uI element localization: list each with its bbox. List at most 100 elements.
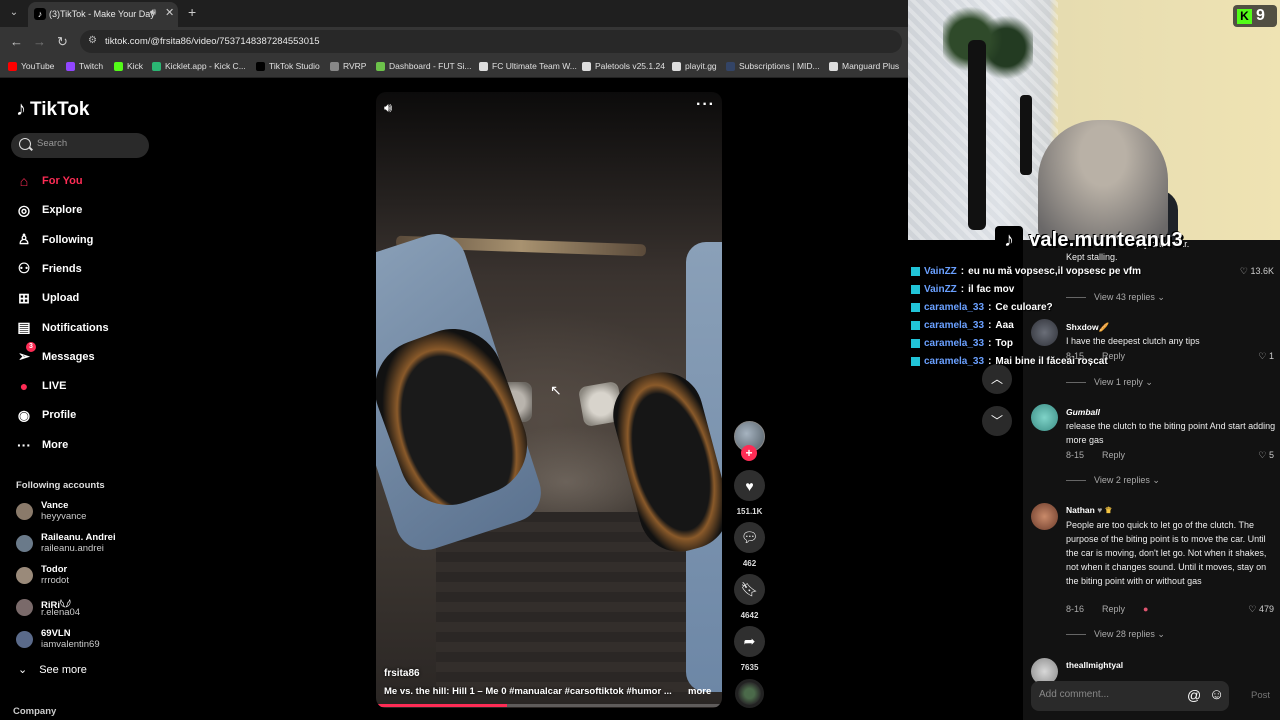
video-author[interactable]: frsita86 [384,668,420,679]
reply-button[interactable]: Reply [1102,604,1125,614]
browser-tab[interactable]: ♪ (3)TikTok - Make Your Day 🔊︎ ✕ [28,2,178,27]
comment-author[interactable]: Gumball [1066,407,1100,417]
bookmark-label: FC Ultimate Team W... [492,61,577,71]
comment-button[interactable]: 💬︎ [734,522,765,553]
new-tab-icon[interactable]: + [188,4,196,20]
comment-input-box[interactable]: @ ☺ [1031,681,1229,711]
compass-icon: ◎ [17,201,31,218]
friends-icon: ⚇ [17,260,31,277]
sidebar-item-upload[interactable]: ⊞ Upload [16,287,151,309]
post-comment-button[interactable]: Post [1251,690,1270,701]
mention-icon[interactable]: @ [1187,687,1201,703]
following-account-item[interactable]: 69VLN iamvalentin69 [16,626,156,654]
sidebar-item-profile[interactable]: ◉ Profile [16,404,151,426]
video-player[interactable]: 🔊︎ ··· ↖ frsita86 Me vs. the hill: Hill … [376,92,722,708]
following-account-item[interactable]: Todor rrrodot [16,562,156,590]
account-handle: iamvalentin69 [41,639,100,650]
bookmark-item[interactable]: YouTube [8,61,54,71]
like-count: 151.1K [736,507,763,516]
comment-author[interactable]: theallmightyal [1066,660,1123,670]
bookmark-item[interactable]: Twitch [66,61,103,71]
sidebar-item-more[interactable]: ··· More [16,434,151,456]
comment-like-count[interactable]: ♡ 479 [1248,604,1274,615]
follow-plus-button[interactable]: + [741,445,757,461]
sidebar-item-messages[interactable]: ➢ 3 Messages [16,342,151,368]
comment-avatar[interactable] [1031,503,1058,530]
bookmark-label: RVRP [343,61,367,71]
forward-icon[interactable]: → [33,34,46,49]
like-button[interactable]: ♥ [734,470,765,501]
share-button[interactable]: ➦ [734,626,765,657]
sidebar-item-for-you[interactable]: ⌂ For You [16,170,151,192]
sidebar-item-explore[interactable]: ◎ Explore [16,199,151,221]
chat-username: VainZZ [924,283,957,295]
comment-date: 8-15 [1066,450,1085,460]
chat-separator: : [988,301,992,313]
following-accounts-heading: Following accounts [16,480,105,491]
bookmark-item[interactable]: RVRP [330,61,366,71]
bookmark-item[interactable]: playit.gg [672,61,717,71]
comment-like-count[interactable]: ♡ 13.6K [1240,266,1274,277]
company-link[interactable]: Company [13,706,56,717]
tab-audio-icon[interactable]: 🔊︎ [150,7,156,18]
tiktok-logo-icon: ♪ [995,226,1023,254]
comment-input[interactable] [1039,689,1179,700]
view-replies-button[interactable]: View 2 replies ⌄ [1066,475,1160,486]
view-replies-button[interactable]: View 1 reply ⌄ [1066,377,1153,388]
chat-separator: : [988,355,992,367]
avatar [16,535,33,552]
tab-list-icon[interactable]: ⌄ [6,5,22,21]
following-account-item[interactable]: RiRi𓆩𓆪 r.elena04 [16,594,156,622]
caption-more-button[interactable]: more [688,686,711,697]
bookmark-favicon-icon [66,61,75,71]
bookmark-label: Manguard Plus [842,61,900,71]
comment-avatar[interactable] [1031,404,1058,431]
address-bar[interactable]: ⚙ tiktok.com/@frsita86/video/75371483872… [80,30,902,53]
sidebar-item-notifications[interactable]: ▤ Notifications [16,317,151,339]
following-account-item[interactable]: Vance heyyvance [16,498,156,526]
webcam-scene-person [1038,120,1168,240]
music-disc-icon[interactable] [735,679,764,708]
webcam-scene-flowers [943,5,1033,90]
creator-liked-icon: ● [1143,604,1149,614]
see-more-button[interactable]: ⌄ See more [18,663,87,677]
bookmark-item[interactable]: Dashboard - FUT Si... [376,61,472,71]
more-icon: ··· [17,436,31,453]
comment-like-count[interactable]: ♡ 1 [1258,351,1274,362]
chat-text: Ce culoare? [995,301,1053,313]
reload-icon[interactable]: ↻ [57,34,68,50]
emoji-icon[interactable]: ☺ [1209,686,1224,703]
sidebar-item-friends[interactable]: ⚇ Friends [16,258,151,280]
bookmark-favicon-icon [726,61,735,71]
search-input[interactable] [37,138,142,149]
next-video-button[interactable]: ﹀ [982,406,1012,436]
search-box[interactable] [11,133,149,158]
chat-message: caramela_33: Aaa [911,316,1191,334]
chat-message: VainZZ: il fac mov [911,280,1191,298]
site-info-icon[interactable]: ⚙ [88,35,97,46]
volume-icon[interactable]: 🔊︎ [384,100,392,116]
chat-badge-icon [911,320,920,330]
bookmark-item[interactable]: Kicklet.app - Kick C... [152,61,246,71]
video-progress-bar[interactable] [376,704,722,707]
comment-like-count[interactable]: ♡ 5 [1258,450,1274,461]
tab-close-icon[interactable]: ✕ [165,6,174,19]
sidebar-item-following[interactable]: ♙ Following [16,229,151,251]
following-account-item[interactable]: Raileanu. Andrei raileanu.andrei [16,530,156,558]
bookmark-item[interactable]: Kick [114,61,143,71]
bookmark-item[interactable]: Manguard Plus [829,61,899,71]
bookmark-item[interactable]: TikTok Studio [256,61,320,71]
bookmark-item[interactable]: Subscriptions | MID... [726,61,820,71]
tiktok-logo[interactable]: ♪ TikTok [16,98,89,121]
sidebar-item-live[interactable]: ● LIVE [16,375,151,397]
bookmark-item[interactable]: Paletools v25.1.24 [582,61,665,71]
comment-author[interactable]: Nathan ♥ ♛ [1066,505,1112,516]
save-button[interactable]: 🔖︎ [734,574,765,605]
bookmark-item[interactable]: FC Ultimate Team W... [479,61,577,71]
reply-button[interactable]: Reply [1102,450,1125,460]
tab-title: (3)TikTok - Make Your Day [49,9,155,19]
video-more-options-icon[interactable]: ··· [696,96,715,114]
back-icon[interactable]: ← [10,34,23,49]
tiktok-favicon-icon: ♪ [34,8,46,20]
view-replies-button[interactable]: View 28 replies ⌄ [1066,629,1165,640]
